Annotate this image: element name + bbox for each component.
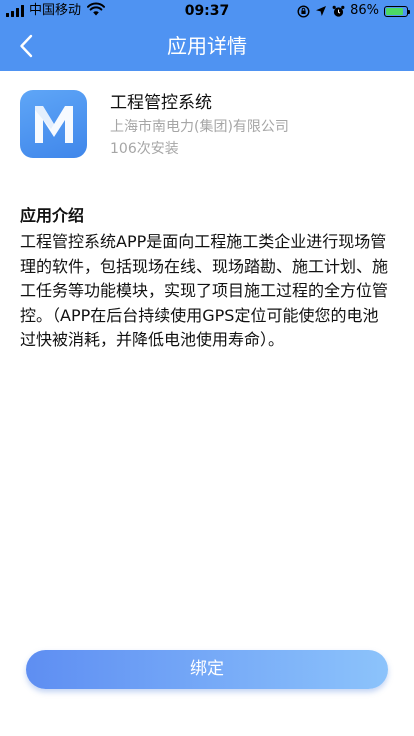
bind-button[interactable]: 绑定	[26, 650, 388, 689]
nav-bar: 应用详情	[0, 22, 414, 71]
battery-percent: 86%	[350, 3, 379, 18]
status-bar: 中国移动 09:37 86%	[0, 0, 414, 22]
app-logo	[20, 90, 87, 158]
intro-body: 工程管控系统APP是面向工程施工类企业进行现场管理的软件，包括现场在线、现场踏勘…	[20, 232, 389, 349]
battery-level	[386, 7, 404, 15]
location-icon	[315, 5, 327, 17]
app-logo-letter	[34, 106, 73, 143]
alarm-icon	[332, 5, 345, 18]
intro-heading: 应用介绍	[20, 206, 85, 225]
orientation-lock-icon	[297, 4, 310, 18]
app-company: 上海市南电力(集团)有限公司	[110, 119, 289, 135]
page-title: 应用详情	[167, 34, 247, 58]
app-install-count: 106次安装	[110, 141, 179, 157]
app-header: 工程管控系统 上海市南电力(集团)有限公司 106次安装	[20, 90, 394, 162]
status-bar-right: 86%	[297, 3, 410, 19]
app-name: 工程管控系统	[110, 93, 212, 113]
battery-icon	[384, 5, 410, 17]
